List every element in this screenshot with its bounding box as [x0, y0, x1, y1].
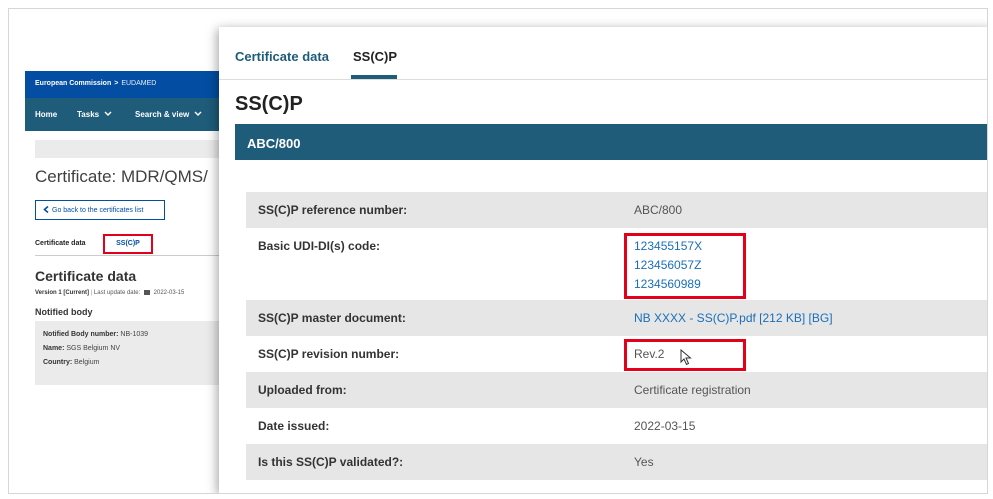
panel-tabs: Certificate data SS(C)P: [219, 27, 987, 79]
last-update-label: Last update date:: [93, 290, 141, 296]
revision-number-label: SS(C)P revision number:: [258, 347, 400, 361]
mouse-cursor-icon: [680, 349, 692, 366]
row-validated: Is this SS(C)P validated?: Yes: [246, 444, 987, 480]
nb-country: Country: Belgium: [43, 359, 99, 366]
nb-number-value: NB-1039: [120, 331, 149, 338]
nav-tasks[interactable]: Tasks: [77, 110, 112, 119]
nav-tasks-label: Tasks: [77, 110, 100, 119]
date-issued-value: 2022-03-15: [634, 419, 696, 433]
back-to-certificates-button[interactable]: Go back to the certificates list: [35, 200, 165, 220]
chevron-down-icon: [104, 111, 112, 116]
basic-udi-di-label: Basic UDI-DI(s) code:: [258, 239, 381, 253]
row-date-issued: Date issued: 2022-03-15: [246, 408, 987, 444]
nb-number-label: Notified Body number:: [43, 331, 119, 338]
gray-bar: [35, 140, 235, 158]
version-label: Version 1 [Current]: [35, 290, 90, 296]
nb-name: Name: SGS Belgium NV: [43, 345, 120, 352]
breadcrumb-separator: >: [114, 80, 119, 87]
row-uploaded-from: Uploaded from: Certificate registration: [246, 372, 987, 408]
notified-body-box: Notified Body number: NB-1039 Name: SGS …: [35, 321, 235, 385]
breadcrumb-commission[interactable]: European Commission: [35, 80, 111, 87]
notified-body-heading: Notified body: [35, 307, 93, 317]
validated-label: Is this SS(C)P validated?:: [258, 455, 404, 469]
nav-search-view[interactable]: Search & view: [135, 110, 202, 119]
nb-number: Notified Body number: NB-1039: [43, 331, 148, 338]
sscp-header-title: ABC/800: [247, 136, 301, 151]
uploaded-from-label: Uploaded from:: [258, 383, 347, 397]
validated-value: Yes: [634, 455, 654, 469]
panel-title: SS(C)P: [235, 93, 303, 115]
calendar-icon: [143, 290, 150, 295]
nav-search-view-label: Search & view: [135, 110, 190, 119]
main-nav: Home Tasks Search & view: [25, 98, 225, 131]
top-bar: European Commission > EUDAMED: [25, 71, 225, 98]
reference-number-value: ABC/800: [634, 203, 683, 217]
screenshot-frame: European Commission > EUDAMED Home Tasks S…: [8, 8, 988, 494]
tab-certificate-data[interactable]: Certificate data: [235, 49, 329, 64]
chevron-left-icon: [43, 205, 49, 214]
page-title: Certificate: MDR/QMS/: [35, 167, 208, 186]
back-button-label: Go back to the certificates list: [52, 207, 144, 214]
tab-sscp-highlighted[interactable]: SS(C)P: [103, 234, 153, 254]
master-document-link[interactable]: NB XXXX - SS(C)P.pdf [212 KB] [BG]: [634, 311, 833, 325]
nav-home[interactable]: Home: [35, 110, 57, 119]
tab-sscp[interactable]: SS(C)P: [353, 49, 397, 64]
nb-name-value: SGS Belgium NV: [66, 345, 121, 352]
breadcrumb: European Commission > EUDAMED: [35, 80, 156, 87]
master-document-label: SS(C)P master document:: [258, 311, 406, 325]
nb-name-label: Name:: [43, 345, 65, 352]
tabs-divider: [35, 255, 235, 256]
nb-country-value: Belgium: [74, 359, 100, 366]
date-issued-label: Date issued:: [258, 419, 330, 433]
section-title: Certificate data: [35, 268, 137, 284]
chevron-down-icon: [194, 111, 202, 116]
last-update-date: 2022-03-15: [153, 290, 185, 296]
uploaded-from-value: Certificate registration: [634, 383, 751, 397]
row-master-document: SS(C)P master document: NB XXXX - SS(C)P…: [246, 300, 987, 336]
background-page: European Commission > EUDAMED Home Tasks S…: [25, 71, 235, 401]
version-info: Version 1 [Current] | Last update date: …: [35, 290, 185, 296]
udi-highlight-box: [624, 233, 746, 299]
tab-certificate-data[interactable]: Certificate data: [35, 240, 86, 247]
sscp-header-bar: ABC/800: [235, 124, 987, 160]
row-basic-udi-di: Basic UDI-DI(s) code: 123455157X 1234560…: [246, 228, 987, 300]
row-reference-number: SS(C)P reference number: ABC/800: [246, 192, 987, 228]
sscp-panel: Certificate data SS(C)P SS(C)P ABC/800 S…: [219, 27, 987, 493]
breadcrumb-eudamed[interactable]: EUDAMED: [121, 80, 156, 87]
nb-country-label: Country:: [43, 359, 73, 366]
row-revision-number: SS(C)P revision number: Rev.2: [246, 336, 987, 372]
reference-number-label: SS(C)P reference number:: [258, 203, 408, 217]
tabs-divider: [219, 79, 987, 80]
